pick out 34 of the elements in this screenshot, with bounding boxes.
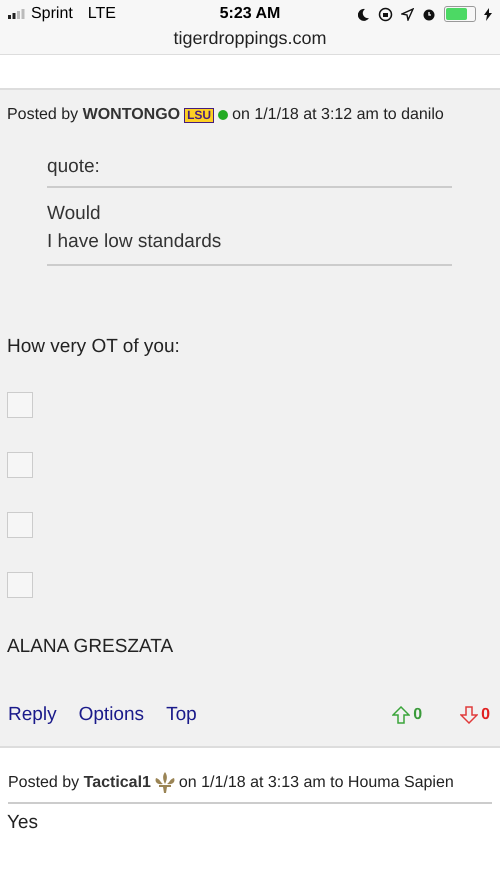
post-byline: Posted by WONTONGO (7, 106, 180, 124)
post-text: How very OT of you: (7, 336, 180, 358)
post-text: Yes (7, 812, 38, 834)
action-link[interactable]: Reply (8, 704, 57, 726)
fleur-de-lis-icon (154, 772, 175, 794)
rotation-lock-icon (378, 6, 393, 22)
post-text: ALANA GRESZATA (7, 636, 174, 658)
moon-icon (358, 8, 370, 20)
location-arrow-icon (401, 8, 414, 20)
alarm-clock-icon (422, 7, 436, 21)
post-date: on 1/1/18 at 3:13 am to Houma Sapien (178, 774, 454, 792)
clock-time: 5:23 AM (220, 5, 280, 23)
team-badge: LSU (184, 108, 214, 122)
downvote-button[interactable]: 0 (460, 706, 490, 724)
charging-bolt-icon (484, 8, 492, 20)
battery-icon (444, 6, 476, 22)
quote-label: quote: (47, 156, 452, 188)
checkbox[interactable] (7, 572, 33, 598)
checkbox[interactable] (7, 452, 33, 478)
action-link[interactable]: Top (166, 704, 197, 726)
url-text: tigerdroppings.com (173, 28, 327, 49)
action-link[interactable]: Options (78, 704, 144, 726)
carrier-name: Sprint (31, 5, 73, 23)
checkbox[interactable] (7, 512, 33, 538)
post-date: on 1/1/18 at 3:12 am to danilo (232, 106, 444, 124)
url-bar[interactable]: tigerdroppings.com (0, 28, 500, 55)
quote-text: Would (47, 202, 102, 226)
checkbox[interactable] (7, 392, 33, 418)
network-type: LTE (88, 5, 116, 23)
down-arrow-icon (460, 706, 478, 724)
signal-icon (8, 9, 26, 19)
post-byline: Posted by Tactical1 (8, 774, 151, 792)
up-arrow-icon (392, 706, 410, 724)
quote-text: I have low standards (47, 230, 222, 254)
